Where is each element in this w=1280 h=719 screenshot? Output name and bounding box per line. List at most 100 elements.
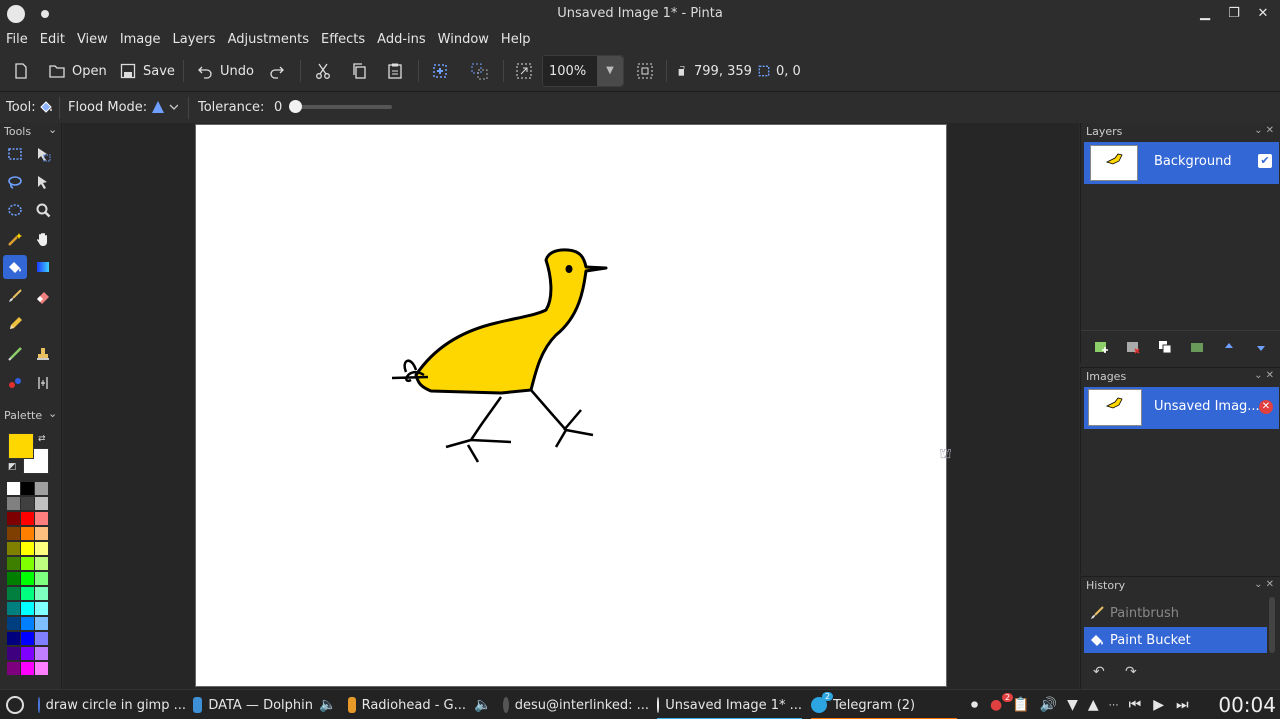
primary-color-swatch[interactable] [8, 433, 34, 459]
palette-swatch[interactable] [21, 587, 34, 600]
palette-swatch[interactable] [35, 587, 48, 600]
palette-swatch[interactable] [7, 662, 20, 675]
add-layer-button[interactable] [1089, 335, 1113, 359]
eraser-tool[interactable] [31, 284, 55, 308]
layer-visibility-checkbox[interactable]: ✔ [1258, 154, 1272, 168]
history-scrollbar[interactable] [1269, 597, 1275, 653]
tray-expand-icon[interactable]: ▲ [1088, 697, 1099, 713]
palette-swatch[interactable] [21, 602, 34, 615]
undo-button[interactable]: Undo [196, 50, 254, 92]
zoom-combo[interactable]: 100% ▼ [542, 55, 624, 87]
zoom-selection-button[interactable] [636, 50, 654, 92]
recolor-tool[interactable] [3, 371, 27, 395]
palette-swatch[interactable] [7, 497, 20, 510]
flood-mode-dropdown[interactable] [150, 99, 179, 119]
menu-layers[interactable]: Layers [173, 32, 216, 47]
network-icon[interactable]: ▼ [1067, 697, 1078, 713]
history-panel-controls[interactable]: ⌄ ✕ [1254, 579, 1274, 590]
task-telegram[interactable]: Telegram (2) [811, 690, 957, 719]
text-tool[interactable] [31, 371, 55, 395]
move-selection-tool[interactable] [31, 170, 55, 194]
history-item-paintbrush[interactable]: Paintbrush [1084, 600, 1267, 626]
move-selected-tool[interactable] [31, 142, 55, 166]
palette-swatch[interactable] [7, 617, 20, 630]
clone-stamp-tool[interactable] [3, 342, 27, 366]
tolerance-slider-track[interactable] [296, 105, 392, 109]
tray-more-icon[interactable]: ⋯ [1109, 700, 1119, 711]
menu-edit[interactable]: Edit [40, 32, 65, 47]
deselect-button[interactable] [470, 50, 488, 92]
menu-view[interactable]: View [77, 32, 108, 47]
zoom-tool[interactable] [31, 198, 55, 222]
menu-effects[interactable]: Effects [321, 32, 365, 47]
maximize-icon[interactable]: ❐ [1224, 4, 1244, 24]
image-row[interactable]: Unsaved Imag... ✕ [1084, 387, 1279, 429]
palette-swatch[interactable] [21, 617, 34, 630]
palette-swatch[interactable] [35, 542, 48, 555]
palette-swatch[interactable] [35, 632, 48, 645]
new-image-button[interactable] [12, 50, 30, 92]
task-media[interactable]: Radiohead - G... [348, 690, 466, 719]
palette-swatch[interactable] [7, 542, 20, 555]
paintbrush-tool[interactable] [3, 284, 27, 308]
lasso-select-tool[interactable] [3, 170, 27, 194]
previous-track-icon[interactable]: ⏮ [1129, 697, 1142, 713]
tolerance-slider-handle[interactable] [289, 100, 302, 113]
swap-colors-icon[interactable]: ⇄ [38, 434, 46, 444]
duplicate-layer-button[interactable] [1153, 335, 1177, 359]
task-audio-indicator[interactable]: 🔈 [319, 690, 336, 719]
menu-window[interactable]: Window [438, 32, 489, 47]
current-tool-paint-bucket-icon[interactable] [38, 99, 54, 119]
layers-panel-controls[interactable]: ⌄ ✕ [1254, 125, 1274, 136]
gradient-tool[interactable] [31, 255, 55, 279]
palette-swatch[interactable] [35, 617, 48, 630]
app-launcher-button[interactable] [6, 690, 24, 719]
rectangle-select-tool[interactable] [3, 142, 27, 166]
palette-swatch[interactable] [7, 512, 20, 525]
zoom-dropdown-chevron-icon[interactable]: ▼ [597, 56, 623, 86]
palette-swatch[interactable] [21, 662, 34, 675]
palette-panel-collapse-icon[interactable]: ⌄ [48, 407, 57, 420]
image-canvas[interactable] [195, 124, 947, 687]
tools-panel-collapse-icon[interactable]: ⌄ [48, 123, 57, 136]
palette-swatch[interactable] [35, 602, 48, 615]
volume-icon[interactable]: 🔊 [1040, 697, 1057, 713]
palette-swatch[interactable] [7, 647, 20, 660]
palette-swatch[interactable] [21, 647, 34, 660]
palette-swatch[interactable] [35, 662, 48, 675]
task-dolphin[interactable]: DATA — Dolphin [193, 690, 313, 719]
history-redo-icon[interactable]: ↷ [1125, 664, 1137, 680]
palette-swatch[interactable] [35, 497, 48, 510]
merge-layer-button[interactable] [1185, 335, 1209, 359]
copy-button[interactable] [350, 50, 368, 92]
play-icon[interactable]: ▶ [1153, 697, 1164, 713]
minimize-icon[interactable]: ▁ [1195, 4, 1215, 24]
redo-button[interactable] [268, 50, 286, 92]
paste-button[interactable] [386, 50, 404, 92]
pencil-tool[interactable] [3, 312, 27, 336]
palette-swatch[interactable] [21, 497, 34, 510]
palette-swatch[interactable] [21, 542, 34, 555]
palette-swatch[interactable] [7, 557, 20, 570]
history-item-paint-bucket[interactable]: Paint Bucket [1084, 627, 1267, 653]
palette-swatch[interactable] [21, 512, 34, 525]
move-layer-up-button[interactable] [1217, 335, 1241, 359]
close-icon[interactable]: ✕ [1253, 4, 1273, 24]
close-image-icon[interactable]: ✕ [1259, 400, 1273, 414]
stamp-tool[interactable] [31, 342, 55, 366]
pan-tool[interactable] [31, 227, 55, 251]
zoom-to-fit-button[interactable] [515, 50, 533, 92]
paint-bucket-tool[interactable] [3, 255, 27, 279]
reset-colors-icon[interactable]: ◩ [8, 462, 17, 472]
delete-layer-button[interactable] [1121, 335, 1145, 359]
palette-swatch[interactable] [35, 512, 48, 525]
images-panel-controls[interactable]: ⌄ ✕ [1254, 370, 1274, 381]
task-browser[interactable]: draw circle in gimp ... [38, 690, 186, 719]
magic-wand-tool[interactable] [3, 227, 27, 251]
cut-button[interactable] [314, 50, 332, 92]
save-button[interactable]: Save [119, 50, 175, 92]
move-layer-down-button[interactable] [1249, 335, 1273, 359]
clock[interactable]: 00:04 [1218, 693, 1276, 717]
palette-swatch[interactable] [21, 572, 34, 585]
history-undo-icon[interactable]: ↶ [1093, 664, 1105, 680]
